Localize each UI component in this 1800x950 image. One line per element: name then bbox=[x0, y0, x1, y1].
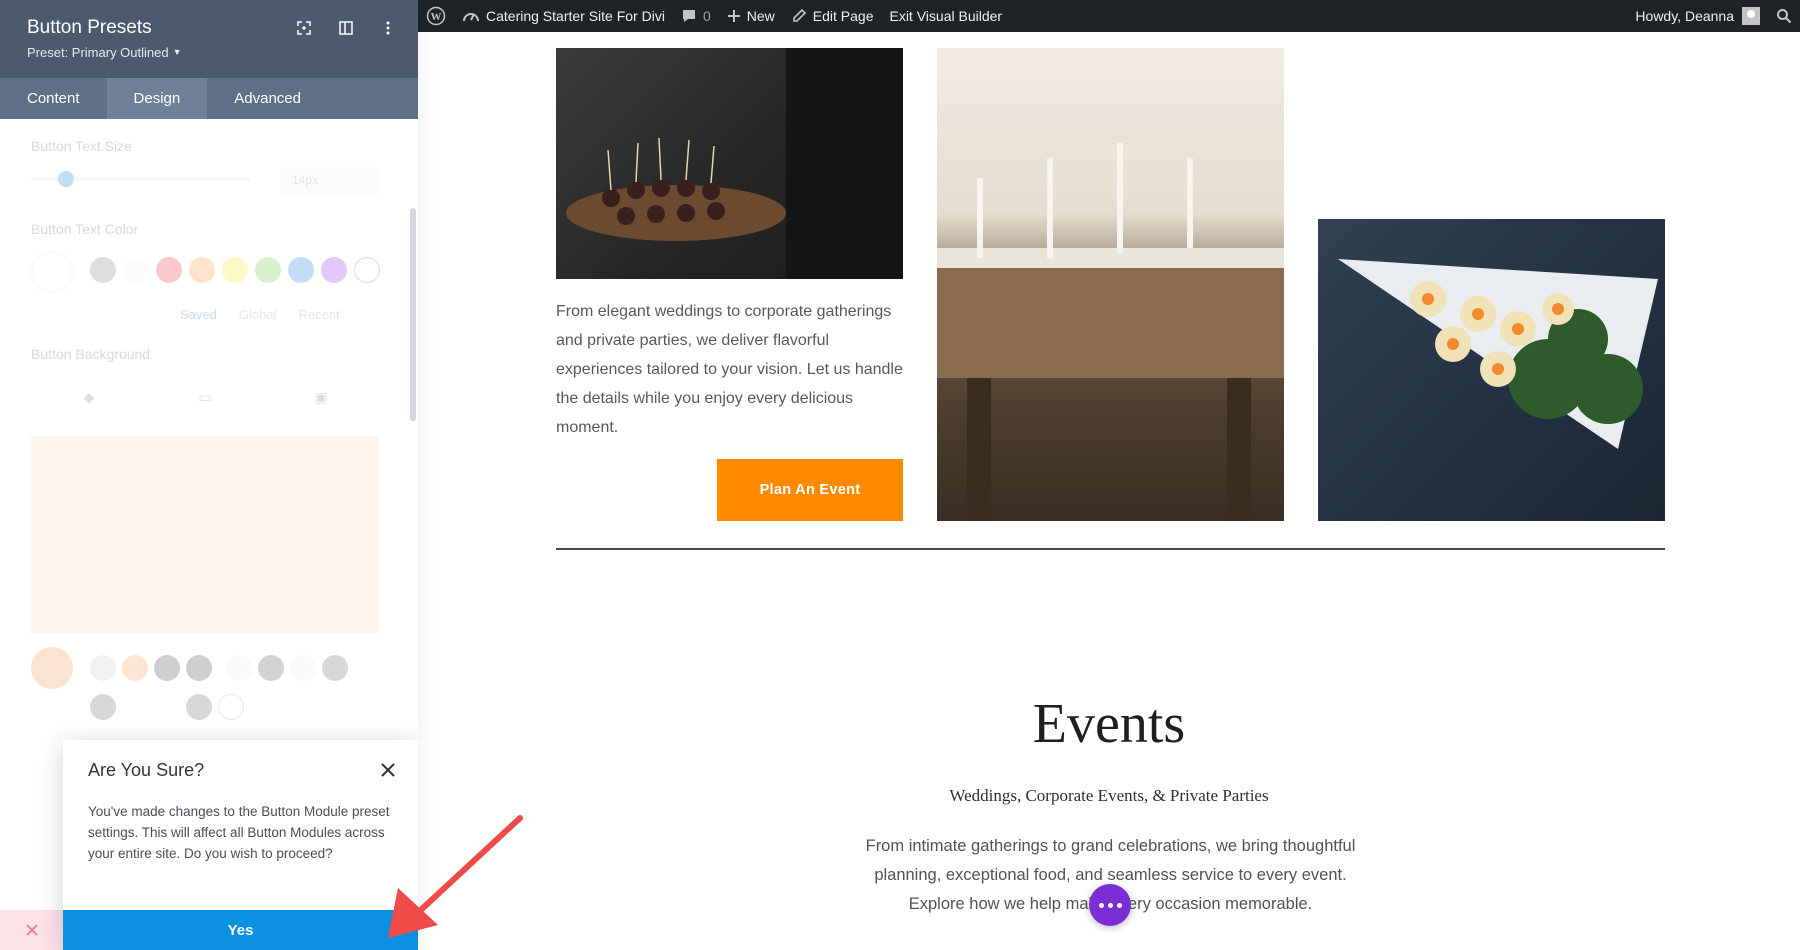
color-swatch[interactable] bbox=[154, 655, 180, 681]
panel-title: Button Presets bbox=[27, 17, 152, 38]
panel-tabs: Content Design Advanced bbox=[0, 78, 418, 119]
color-swatch[interactable] bbox=[322, 655, 348, 681]
tab-design[interactable]: Design bbox=[106, 78, 208, 119]
wordpress-logo-icon[interactable]: W bbox=[418, 0, 454, 32]
swatch-tab-recent[interactable]: Recent bbox=[298, 307, 339, 322]
dashboard-icon bbox=[463, 13, 479, 22]
howdy-text: Howdy, Deanna bbox=[1635, 8, 1734, 24]
bg-gradient-tab-icon[interactable]: ▭ bbox=[147, 377, 263, 417]
search-icon bbox=[1777, 9, 1792, 24]
exit-visual-builder-label: Exit Visual Builder bbox=[889, 8, 1003, 24]
swatch-tab-global[interactable]: Global bbox=[239, 307, 277, 322]
more-options-icon[interactable] bbox=[378, 18, 398, 38]
edit-page-link[interactable]: Edit Page bbox=[783, 0, 882, 32]
swatch-tabs: Saved Global Recent bbox=[180, 307, 340, 322]
section-divider bbox=[556, 548, 1665, 550]
dining-table-image bbox=[937, 48, 1284, 521]
site-name-link[interactable]: Catering Starter Site For Divi bbox=[454, 0, 673, 32]
user-account-menu[interactable]: Howdy, Deanna bbox=[1627, 0, 1768, 32]
split-view-icon[interactable] bbox=[336, 18, 356, 38]
catering-tray-image bbox=[556, 48, 903, 279]
text-size-slider-handle[interactable] bbox=[58, 171, 74, 187]
background-label: Button Background bbox=[31, 346, 151, 362]
color-swatch[interactable] bbox=[90, 257, 116, 283]
comment-bubble-icon bbox=[682, 10, 695, 22]
close-icon[interactable] bbox=[380, 762, 396, 778]
text-size-input[interactable]: 14px bbox=[280, 167, 380, 195]
color-swatch[interactable] bbox=[186, 655, 212, 681]
color-swatch[interactable] bbox=[290, 655, 316, 681]
plus-icon bbox=[727, 10, 740, 22]
color-swatch[interactable] bbox=[189, 257, 215, 283]
events-heading: Events bbox=[1032, 693, 1186, 755]
dot-icon bbox=[1116, 902, 1122, 908]
color-swatch[interactable] bbox=[90, 655, 116, 681]
text-color-label: Button Text Color bbox=[31, 221, 139, 237]
color-swatch[interactable] bbox=[222, 257, 248, 283]
exit-visual-builder-link[interactable]: Exit Visual Builder bbox=[881, 0, 1010, 32]
color-swatch[interactable] bbox=[321, 257, 347, 283]
search-button[interactable] bbox=[1768, 0, 1800, 32]
admin-bar: W Catering Starter Site For Divi 0 New E… bbox=[418, 0, 1800, 32]
eyedropper-icon[interactable] bbox=[31, 647, 73, 689]
color-swatch[interactable] bbox=[255, 257, 281, 283]
close-icon bbox=[25, 924, 38, 936]
avatar bbox=[1742, 7, 1760, 25]
preset-selector[interactable]: Preset: Primary Outlined ▼ bbox=[27, 45, 182, 60]
comments-link[interactable]: 0 bbox=[673, 0, 719, 32]
tab-content[interactable]: Content bbox=[0, 78, 107, 119]
color-swatch[interactable] bbox=[122, 655, 148, 681]
color-swatch[interactable] bbox=[156, 257, 182, 283]
color-swatch[interactable] bbox=[123, 257, 149, 283]
background-color-preview[interactable] bbox=[31, 436, 379, 633]
intro-paragraph: From elegant weddings to corporate gathe… bbox=[556, 303, 903, 436]
swatch-tab-saved[interactable]: Saved bbox=[180, 307, 217, 322]
bg-color-tab-icon[interactable]: ◆ bbox=[31, 377, 147, 417]
cancel-button[interactable] bbox=[0, 910, 63, 950]
pencil-icon bbox=[792, 8, 806, 22]
dot-icon bbox=[1107, 902, 1113, 908]
edit-page-label: Edit Page bbox=[812, 8, 874, 24]
fullscreen-icon[interactable] bbox=[294, 18, 314, 38]
preset-name: Preset: Primary Outlined bbox=[27, 45, 169, 60]
text-size-label: Button Text Size bbox=[31, 138, 132, 154]
site-name: Catering Starter Site For Divi bbox=[486, 8, 665, 24]
text-color-picker[interactable] bbox=[31, 251, 73, 293]
color-swatch[interactable] bbox=[226, 655, 252, 681]
comments-count: 0 bbox=[702, 8, 711, 24]
annotation-arrow-icon bbox=[388, 815, 523, 938]
new-label: New bbox=[746, 8, 775, 24]
panel-scrollbar[interactable] bbox=[410, 208, 416, 421]
svg-text:W: W bbox=[431, 11, 442, 23]
background-type-tabs: ◆ ▭ ▣ bbox=[31, 377, 379, 417]
builder-settings-button[interactable] bbox=[1089, 884, 1131, 926]
panel-header: Button Presets Preset: Primary Outlined ▼ bbox=[0, 0, 418, 78]
tab-advanced[interactable]: Advanced bbox=[207, 78, 328, 119]
confirm-yes-button[interactable]: Yes bbox=[63, 910, 418, 950]
preset-settings-panel: Button Presets Preset: Primary Outlined ▼… bbox=[0, 0, 418, 950]
clear-color-swatch[interactable] bbox=[354, 257, 380, 283]
color-swatch[interactable] bbox=[288, 257, 314, 283]
new-content-link[interactable]: New bbox=[719, 0, 783, 32]
appetizer-platter-image bbox=[1318, 219, 1665, 521]
color-swatch[interactable] bbox=[258, 655, 284, 681]
confirm-dialog: Are You Sure? You've made changes to the… bbox=[63, 740, 418, 950]
dialog-message: You've made changes to the Button Module… bbox=[88, 804, 390, 861]
dialog-title: Are You Sure? bbox=[88, 760, 205, 780]
events-subheading: Weddings, Corporate Events, & Private Pa… bbox=[949, 786, 1269, 805]
caret-down-icon: ▼ bbox=[172, 47, 182, 57]
text-color-swatches bbox=[90, 257, 380, 283]
bg-image-tab-icon[interactable]: ▣ bbox=[263, 377, 379, 417]
plan-event-button[interactable]: Plan An Event bbox=[717, 459, 903, 521]
dot-icon bbox=[1098, 902, 1104, 908]
